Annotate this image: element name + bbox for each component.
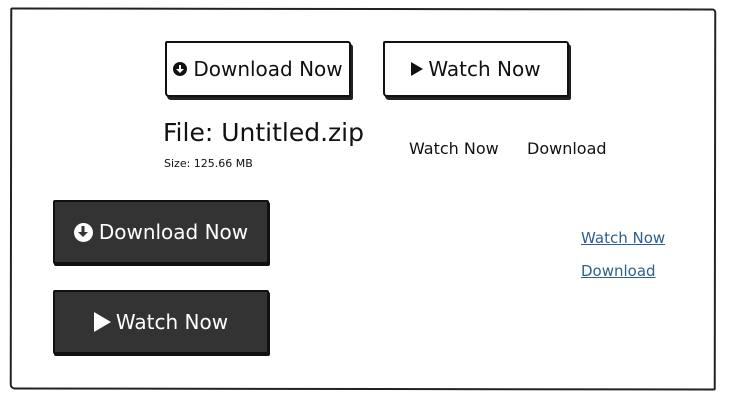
play-icon — [411, 62, 424, 76]
download-now-dark-button[interactable]: Download Now — [53, 200, 269, 264]
download-plain-link[interactable]: Download — [527, 139, 607, 158]
file-size: Size: 125.66 MB — [164, 157, 253, 170]
download-circle-icon — [73, 222, 93, 242]
file-title: File: Untitled.zip — [163, 118, 364, 147]
download-now-dark-label: Download Now — [98, 220, 249, 244]
watch-now-outline-button[interactable]: Watch Now — [383, 41, 569, 97]
watch-now-plain-link[interactable]: Watch Now — [409, 139, 499, 158]
watch-now-underlined-link[interactable]: Watch Now — [581, 229, 665, 247]
play-icon — [93, 312, 111, 332]
download-underlined-link[interactable]: Download — [581, 262, 656, 280]
download-now-outline-button[interactable]: Download Now — [165, 41, 351, 97]
download-circle-icon — [173, 62, 188, 76]
watch-now-outline-label: Watch Now — [428, 57, 541, 81]
watch-now-dark-button[interactable]: Watch Now — [53, 290, 269, 354]
watch-now-dark-label: Watch Now — [115, 310, 229, 334]
download-now-outline-label: Download Now — [193, 57, 343, 81]
